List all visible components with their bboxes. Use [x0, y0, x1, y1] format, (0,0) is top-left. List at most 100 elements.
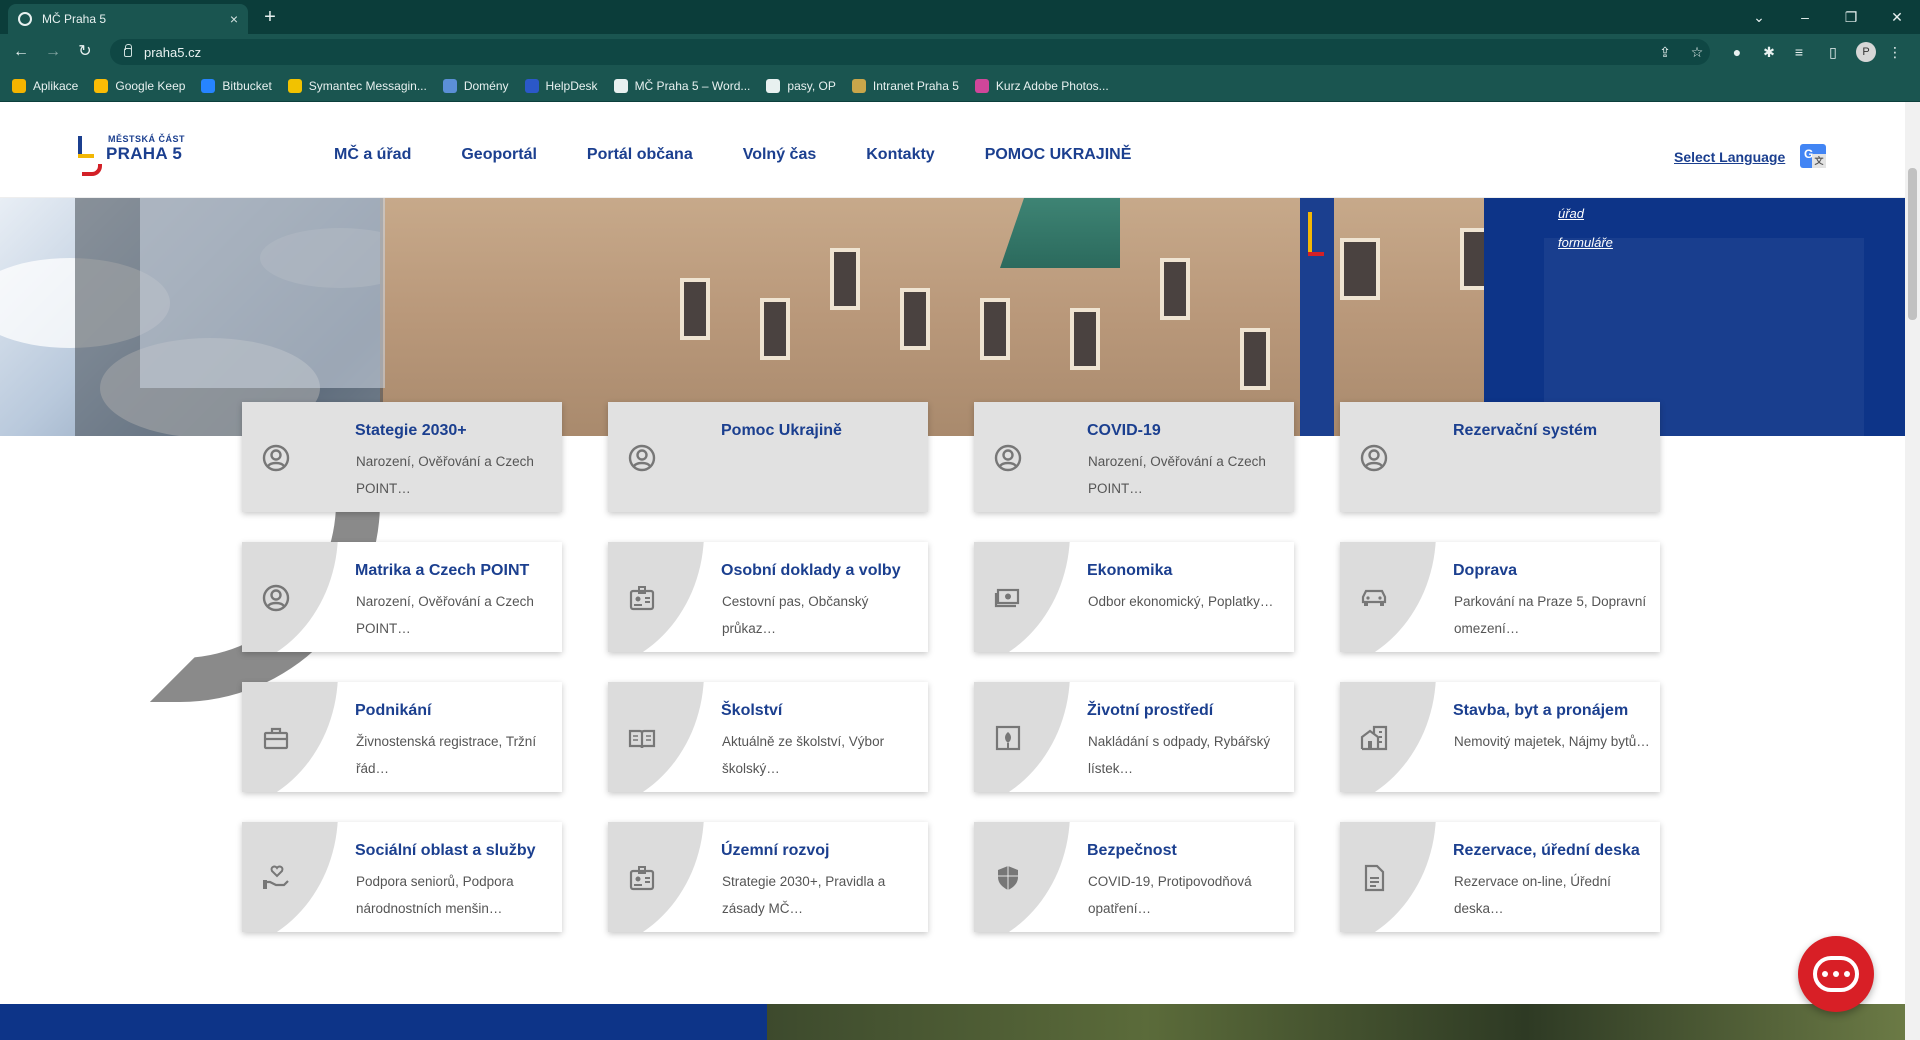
service-card[interactable]: COVID-19 Narození, Ověřování a Czech POIN… [974, 402, 1294, 512]
address-bar[interactable]: praha5.cz [110, 39, 1710, 65]
bookmark-bitbucket[interactable]: Bitbucket [201, 78, 272, 93]
service-card[interactable]: Stategie 2030+ Narození, Ověřování a Czec… [242, 402, 562, 512]
service-card[interactable]: Ekonomika Odbor ekonomický, Poplatky… [974, 542, 1294, 652]
nav-kontakty[interactable]: Kontakty [866, 146, 934, 164]
reload-icon[interactable]: ↻ [74, 41, 96, 63]
nav-volny-cas[interactable]: Volný čas [743, 146, 817, 164]
service-card[interactable]: Územní rozvoj Strategie 2030+, Pravidla a… [608, 822, 928, 932]
eco-icon [995, 725, 1021, 751]
card-title[interactable]: Ekonomika [1087, 562, 1172, 580]
user-circle-icon [262, 444, 290, 472]
card-title[interactable]: COVID-19 [1087, 422, 1161, 440]
card-title[interactable]: Matrika a Czech POINT [355, 562, 529, 580]
web-page: úřad formuláře MĚSTSKÁ ČÁST PRAHA 5 MČ a… [0, 102, 1905, 1040]
bookmark-helpdesk[interactable]: HelpDesk [524, 78, 598, 93]
keep-icon [94, 78, 109, 93]
photoshop-icon [974, 78, 989, 93]
card-title[interactable]: Rezervační systém [1453, 422, 1597, 440]
card-title[interactable]: Osobní doklady a volby [721, 562, 901, 580]
new-tab-button[interactable]: + [258, 6, 282, 30]
tab-search-icon[interactable]: ⌄ [1736, 0, 1782, 34]
close-window-button[interactable]: ✕ [1874, 0, 1920, 34]
service-card[interactable]: Matrika a Czech POINT Narození, Ověřování… [242, 542, 562, 652]
service-card[interactable]: Rezervační systém [1340, 402, 1660, 512]
card-title[interactable]: Stavba, byt a pronájem [1453, 702, 1628, 720]
card-title[interactable]: Rezervace, úřední deska [1453, 842, 1640, 860]
nav-portal-obcana[interactable]: Portál občana [587, 146, 693, 164]
service-card[interactable]: Stavba, byt a pronájem Nemovitý majetek, … [1340, 682, 1660, 792]
scrollbar-thumb[interactable] [1908, 168, 1917, 320]
share-icon[interactable]: ⇪ [1656, 43, 1674, 61]
hero-image [0, 198, 1484, 436]
chat-button[interactable] [1798, 936, 1874, 1012]
car-icon [1361, 589, 1387, 606]
forward-icon[interactable]: → [42, 41, 64, 63]
hand-heart-icon [263, 865, 289, 889]
card-description: Narození, Ověřování a Czech POINT… [1088, 454, 1266, 496]
briefcase-icon [263, 727, 289, 750]
google-translate-icon[interactable]: G [1800, 144, 1826, 168]
bookmark-symantec[interactable]: Symantec Messagin... [287, 78, 427, 93]
card-title[interactable]: Školství [721, 702, 782, 720]
bookmark-star-icon[interactable]: ☆ [1688, 43, 1706, 61]
globe-icon [613, 78, 628, 93]
back-icon[interactable]: ← [10, 41, 32, 63]
adblock-icon[interactable]: ● [1728, 43, 1746, 61]
card-title[interactable]: Podnikání [355, 702, 431, 720]
user-circle-icon [262, 584, 290, 612]
card-description: Narození, Ověřování a Czech POINT… [356, 454, 534, 496]
nav-mc-a-urad[interactable]: MČ a úřad [334, 146, 411, 164]
service-card[interactable]: Osobní doklady a volby Cestovní pas, Obča… [608, 542, 928, 652]
money-icon [994, 588, 1020, 608]
bitbucket-icon [201, 78, 216, 93]
card-title[interactable]: Bezpečnost [1087, 842, 1177, 860]
service-card[interactable]: Školství Aktuálně ze školství, Výbor škol… [608, 682, 928, 792]
card-title[interactable]: Životní prostředí [1087, 702, 1213, 720]
bookmark-pasy-op[interactable]: pasy, OP [766, 78, 836, 93]
id-badge-icon [629, 586, 655, 611]
card-title[interactable]: Doprava [1453, 562, 1517, 580]
media-icon[interactable]: ≡ [1790, 43, 1808, 61]
browser-tab[interactable]: MČ Praha 5 × [8, 4, 248, 34]
restore-button[interactable]: ❐ [1828, 0, 1874, 34]
bookmark-aplikace[interactable]: Aplikace [12, 78, 78, 93]
globe-icon [766, 78, 781, 93]
district-flag [1300, 198, 1334, 436]
document-icon [1364, 864, 1385, 892]
service-card[interactable]: Rezervace, úřední deska Rezervace on-line… [1340, 822, 1660, 932]
browser-toolbar: ← → ↻ praha5.cz [0, 34, 1920, 70]
bookmark-mc-praha5-word[interactable]: MČ Praha 5 – Word... [613, 78, 750, 93]
url-text: praha5.cz [144, 44, 202, 60]
tab-title: MČ Praha 5 [42, 12, 107, 26]
card-title[interactable]: Stategie 2030+ [355, 422, 467, 440]
service-card[interactable]: Bezpečnost COVID-19, Protipovodňová opatř… [974, 822, 1294, 932]
card-title[interactable]: Územní rozvoj [721, 842, 829, 860]
close-tab-icon[interactable]: × [230, 11, 238, 27]
service-card[interactable]: Sociální oblast a služby Podpora seniorů,… [242, 822, 562, 932]
card-title[interactable]: Sociální oblast a služby [355, 842, 536, 860]
apps-grid-icon [12, 78, 26, 93]
nav-geoportal[interactable]: Geoportál [461, 146, 537, 164]
bookmark-kurz-adobe[interactable]: Kurz Adobe Photos... [974, 78, 1109, 93]
globe-icon [18, 12, 32, 26]
select-language-link[interactable]: Select Language [1674, 149, 1785, 165]
user-circle-icon [1360, 444, 1388, 472]
profile-avatar[interactable]: P [1856, 42, 1876, 62]
nav-pomoc-ukrajine[interactable]: POMOC UKRAJINĚ [985, 146, 1132, 164]
extensions-icon[interactable]: ✱ [1760, 43, 1778, 61]
service-card[interactable]: Pomoc Ukrajině [608, 402, 928, 512]
bookmark-google-keep[interactable]: Google Keep [94, 78, 185, 93]
service-card[interactable]: Doprava Parkování na Praze 5, Dopravní om… [1340, 542, 1660, 652]
service-card[interactable]: Životní prostředí Nakládání s odpady, Ryb… [974, 682, 1294, 792]
hero-link-formulare[interactable]: formuláře [1558, 235, 1613, 250]
minimize-button[interactable]: – [1782, 0, 1828, 34]
lock-icon [124, 43, 132, 57]
service-card[interactable]: Podnikání Živnostenská registrace, Tržní … [242, 682, 562, 792]
bookmark-intranet[interactable]: Intranet Praha 5 [851, 78, 959, 93]
menu-dots-icon[interactable]: ⋮ [1886, 43, 1904, 61]
card-title[interactable]: Pomoc Ukrajině [721, 422, 842, 440]
side-panel-icon[interactable]: ▯ [1824, 43, 1842, 61]
bookmark-domeny[interactable]: Domény [442, 78, 509, 93]
hero-link-urad[interactable]: úřad [1558, 206, 1584, 221]
praha5-logo[interactable]: MĚSTSKÁ ČÁST PRAHA 5 [74, 132, 194, 182]
